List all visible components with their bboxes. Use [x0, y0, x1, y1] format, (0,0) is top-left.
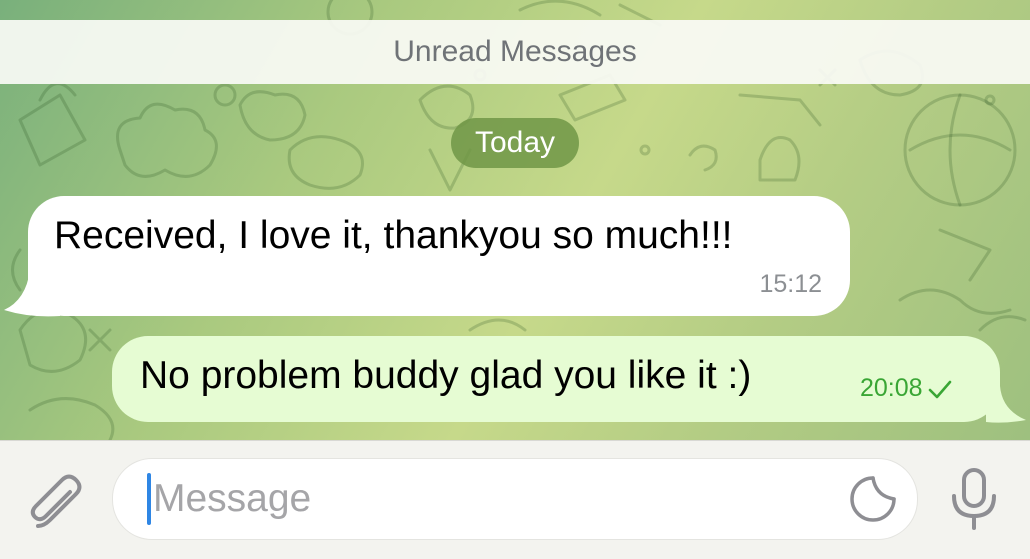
microphone-icon[interactable] — [944, 466, 1004, 532]
date-label: Today — [474, 126, 556, 159]
sticker-icon[interactable] — [846, 472, 900, 526]
unread-messages-label: Unread Messages — [393, 35, 637, 68]
paperclip-icon[interactable] — [22, 470, 88, 536]
unread-messages-banner: Unread Messages — [0, 20, 1030, 84]
message-text: No problem buddy glad you like it :) — [140, 354, 752, 397]
outgoing-message-bubble[interactable]: No problem buddy glad you like it :) 20:… — [112, 336, 1000, 422]
chat-background: Unread Messages Today Received, I love i… — [0, 0, 1030, 440]
incoming-message-bubble[interactable]: Received, I love it, thankyou so much!!!… — [28, 196, 850, 316]
check-icon — [928, 380, 951, 398]
text-cursor — [147, 473, 151, 525]
message-input[interactable]: Message — [112, 458, 918, 540]
message-text: Received, I love it, thankyou so much!!! — [54, 214, 733, 257]
message-time: 15:12 — [759, 270, 822, 298]
message-meta: 20:08 — [860, 374, 953, 403]
message-time: 20:08 — [860, 374, 923, 402]
message-placeholder: Message — [153, 477, 312, 520]
date-separator: Today — [451, 118, 579, 168]
